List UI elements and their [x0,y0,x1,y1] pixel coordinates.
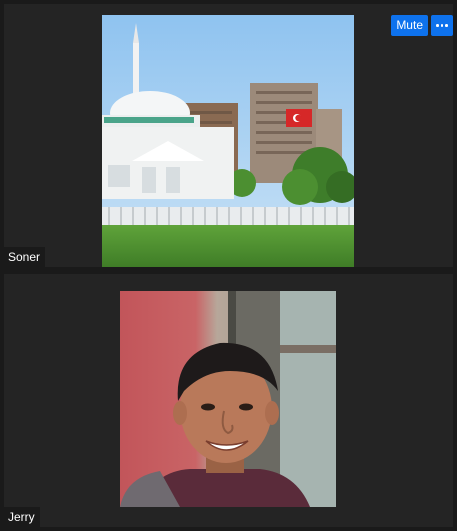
participant-tile-jerry[interactable]: Jerry [4,274,453,527]
tile-controls: Mute [391,15,453,36]
more-options-button[interactable] [431,15,453,36]
gallery-view: Soner Mute Jerry [0,0,457,531]
participant-name-label: Jerry [4,507,40,527]
participant-tile-soner[interactable]: Soner [4,4,453,267]
participant-name-label: Soner [4,247,46,267]
ellipsis-dot [445,24,448,27]
mute-button[interactable]: Mute [391,15,428,36]
participant-video-soner [102,15,354,267]
ellipsis-icon [436,24,439,27]
ellipsis-dot [440,24,444,27]
participant-video-jerry [120,291,336,507]
